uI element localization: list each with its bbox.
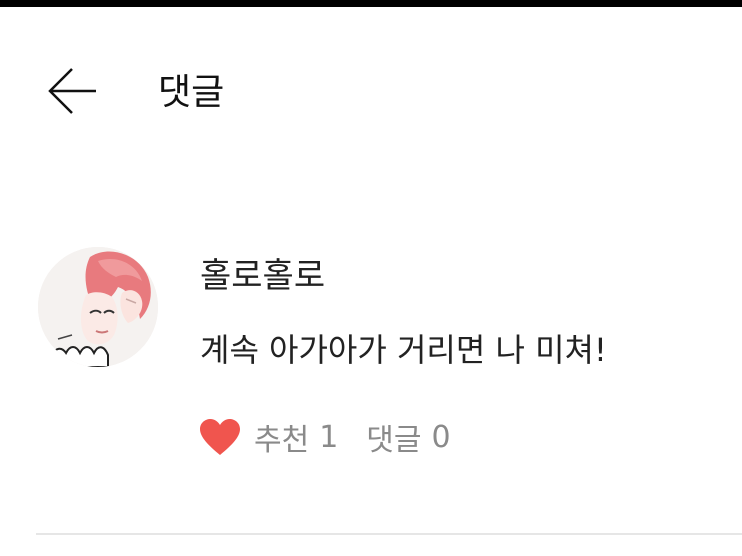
comment-meta: 추천 1 댓글 0 (198, 415, 451, 459)
page-title: 댓글 (158, 72, 225, 113)
like-label: 추천 (254, 423, 310, 458)
header: 댓글 (0, 7, 742, 177)
like-count: 1 (319, 419, 339, 455)
comment-author[interactable]: 홀로홀로 (200, 256, 325, 296)
status-bar (0, 0, 742, 7)
divider (36, 533, 742, 535)
avatar[interactable] (38, 247, 158, 367)
reply-button[interactable]: 댓글 0 (366, 415, 450, 459)
back-button[interactable] (44, 65, 100, 117)
comment-text: 계속 아가아가 거리면 나 미쳐! (200, 331, 607, 369)
like-button[interactable]: 추천 1 (198, 415, 366, 459)
comment-item: 홀로홀로 계속 아가아가 거리면 나 미쳐! 추천 1 댓글 0 (0, 240, 742, 480)
arrow-left-icon (48, 68, 96, 114)
reply-count: 0 (431, 419, 451, 455)
heart-icon (200, 419, 240, 455)
reply-label: 댓글 (366, 423, 422, 458)
